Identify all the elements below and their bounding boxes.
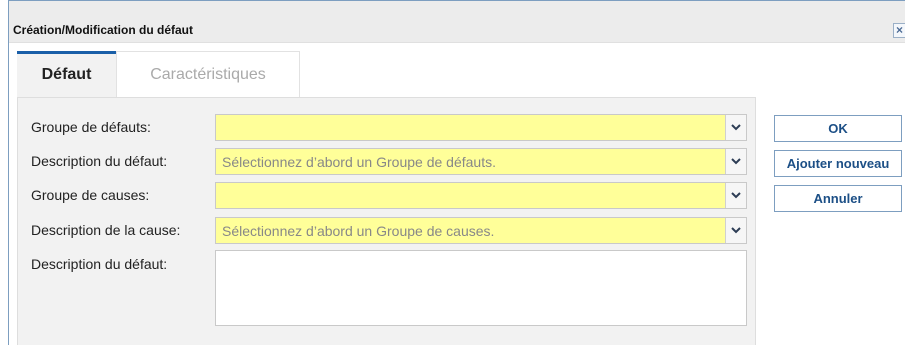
chevron-down-icon[interactable] <box>725 149 746 174</box>
description-defaut-select[interactable]: Sélectionnez d’abord un Groupe de défaut… <box>215 148 747 175</box>
dialog-titlebar: Création/Modification du défaut × <box>9 0 905 43</box>
tab-caracteristiques[interactable]: Caractéristiques <box>116 51 300 97</box>
add-new-button[interactable]: Ajouter nouveau <box>774 150 902 177</box>
description-defaut-textarea[interactable] <box>215 250 747 326</box>
chevron-down-icon[interactable] <box>725 115 746 140</box>
chevron-down-icon[interactable] <box>725 218 746 243</box>
label-groupe-defauts: Groupe de défauts: <box>31 119 151 135</box>
cancel-button[interactable]: Annuler <box>774 185 902 212</box>
groupe-causes-select[interactable] <box>215 182 747 209</box>
chevron-down-icon[interactable] <box>725 183 746 208</box>
dialog-window: Création/Modification du défaut × Défaut… <box>8 0 905 345</box>
form-panel: Groupe de défauts: Description du défaut… <box>17 97 756 345</box>
description-cause-select[interactable]: Sélectionnez d’abord un Groupe de causes… <box>215 217 747 244</box>
close-icon[interactable]: × <box>893 23 905 38</box>
dialog-title: Création/Modification du défaut <box>13 23 193 37</box>
label-description-defaut-text: Description du défaut: <box>31 256 168 272</box>
groupe-defauts-select[interactable] <box>215 114 747 141</box>
description-defaut-placeholder: Sélectionnez d’abord un Groupe de défaut… <box>222 154 496 170</box>
description-cause-placeholder: Sélectionnez d’abord un Groupe de causes… <box>222 223 495 239</box>
ok-button[interactable]: OK <box>774 115 902 142</box>
label-groupe-causes: Groupe de causes: <box>31 187 150 203</box>
label-description-defaut: Description du défaut: <box>31 153 168 169</box>
tab-defaut[interactable]: Défaut <box>17 51 116 97</box>
label-description-cause: Description de la cause: <box>31 222 181 238</box>
